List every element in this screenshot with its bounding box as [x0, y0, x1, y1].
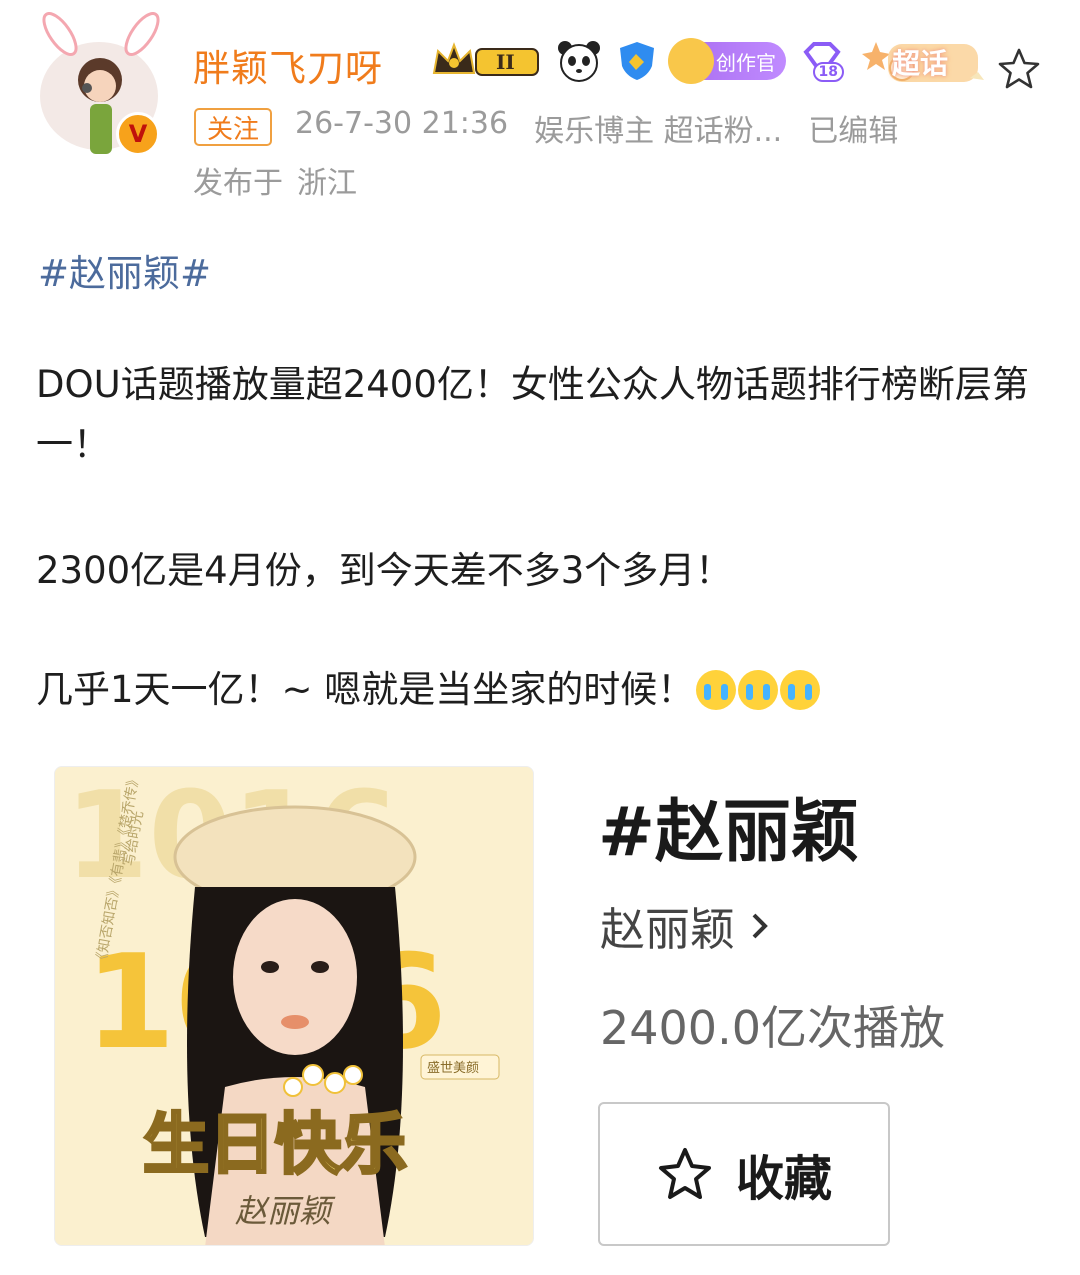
- poster-badge: 盛世美颜: [427, 1060, 479, 1076]
- panda-icon[interactable]: [556, 38, 602, 84]
- crying-emoji-icon: [738, 670, 779, 710]
- verified-badge-icon: V: [116, 112, 160, 156]
- favorite-star-icon[interactable]: [996, 46, 1042, 92]
- creator-badge-label: 创作官: [716, 50, 776, 75]
- post-timestamp: 26-7-30 21:36: [295, 106, 509, 141]
- edited-label[interactable]: 已编辑: [808, 106, 898, 150]
- card-subtitle-link[interactable]: 赵丽颖: [600, 893, 771, 958]
- chevron-right-icon: [752, 913, 768, 938]
- follow-button[interactable]: 关注: [194, 108, 272, 146]
- shield-icon[interactable]: [616, 40, 658, 82]
- crying-emoji-icon: [696, 670, 737, 710]
- poster-birthday: 生日快乐: [143, 1106, 407, 1183]
- crown-level-badge-icon[interactable]: II: [430, 41, 542, 81]
- post-meta: 26-7-30 21:36 娱乐博主 超话粉... 已编辑: [295, 106, 898, 150]
- chaohua-label: 超话: [892, 47, 949, 80]
- diamond-level-icon[interactable]: 18: [800, 40, 844, 82]
- topic-card-image[interactable]: 1016 1016 16 《知否知否》《有翡》《楚乔传》 写给时光 盛世美颜 生…: [54, 766, 534, 1246]
- post-paragraph-1: DOU话题播放量超2400亿！女性公众人物话题排行榜断层第一！: [36, 363, 1029, 466]
- post-paragraph-2: 2300亿是4月份，到今天差不多3个多月！: [36, 549, 733, 592]
- creator-mascot-icon: [668, 38, 714, 84]
- card-subtitle: 赵丽颖: [600, 903, 736, 956]
- level-number: 18: [812, 62, 844, 82]
- crying-emoji-icon: [780, 670, 821, 710]
- post-paragraph-3: 几乎1天一亿！~ 嗯就是当坐家的时候！: [36, 660, 1046, 720]
- star-outline-icon: [658, 1148, 711, 1199]
- location-prefix: 发布于: [193, 166, 283, 201]
- play-count: 2400.0亿次播放: [600, 1001, 945, 1055]
- topic-link[interactable]: #赵丽颖#: [38, 243, 211, 297]
- user-badges: II 创作官 18 超话: [430, 38, 988, 84]
- post-paragraph-3-text: 几乎1天一亿！~ 嗯就是当坐家的时候！: [36, 668, 695, 711]
- post-location: 发布于 浙江: [193, 158, 357, 202]
- collect-label: 收藏: [735, 1151, 832, 1207]
- user-category[interactable]: 娱乐博主 超话粉...: [534, 106, 782, 150]
- location-name: 浙江: [297, 166, 357, 201]
- collect-button[interactable]: 收藏: [598, 1102, 890, 1246]
- creator-badge[interactable]: 创作官: [668, 38, 786, 84]
- chaohua-badge[interactable]: 超话: [858, 36, 988, 86]
- crown-level-text: II: [496, 50, 515, 74]
- birthday-poster: 1016 1016 16 《知否知否》《有翡》《楚乔传》 写给时光 盛世美颜 生…: [55, 767, 533, 1245]
- card-title[interactable]: #赵丽颖: [598, 776, 859, 875]
- username[interactable]: 胖颖飞刀呀: [193, 38, 383, 92]
- poster-signature: 赵丽颖: [235, 1192, 336, 1230]
